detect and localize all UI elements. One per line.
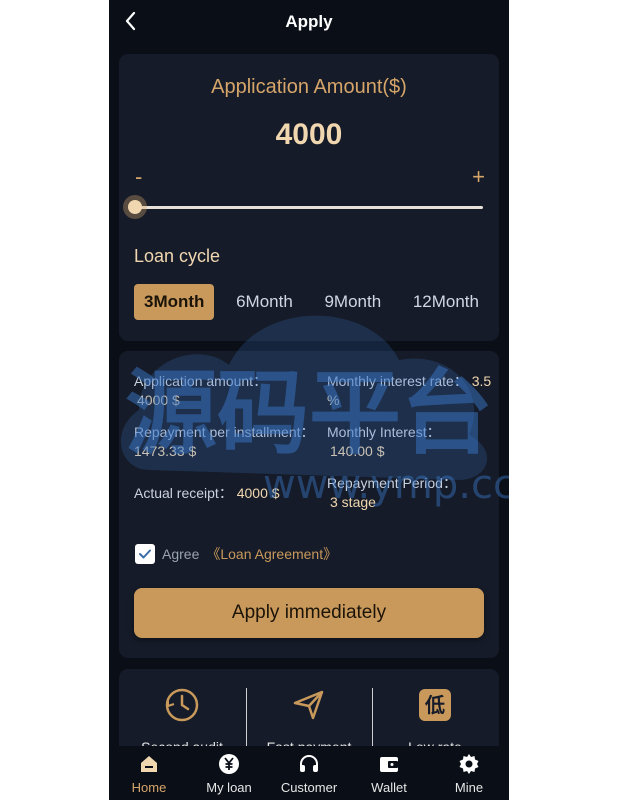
back-arrow-icon[interactable]	[119, 8, 145, 34]
monthly-rate-label: Monthly interest rate：	[327, 373, 468, 389]
actual-receipt-value: 4000 $	[236, 485, 280, 501]
low-rate-badge-icon: 低	[419, 689, 451, 721]
amount-slider-thumb[interactable]	[123, 195, 147, 219]
send-arrow-icon	[293, 690, 324, 720]
cycle-option[interactable]: 6Month	[226, 284, 303, 320]
monthly-interest-value: 140.00 $	[330, 443, 385, 459]
checkmark-icon	[139, 549, 151, 559]
tab-label: Mine	[454, 780, 484, 795]
amount-card: Application Amount($) 4000 - + Loan cycl…	[119, 54, 499, 341]
tab-label: Wallet	[371, 780, 407, 795]
tab-customer[interactable]: Customer	[269, 746, 349, 800]
monthly-interest-label: Monthly Interest：	[327, 424, 441, 440]
repayment-period-value: 3 stage	[330, 494, 376, 510]
svg-text:低: 低	[424, 693, 445, 717]
clock-history-icon	[165, 688, 199, 722]
headset-icon	[300, 755, 318, 772]
tab-label: My loan	[206, 780, 252, 795]
tab-label: Home	[131, 780, 167, 795]
tab-mine[interactable]: Mine	[429, 746, 509, 800]
actual-receipt-label: Actual receipt：	[134, 485, 233, 501]
top-bar: Apply	[109, 0, 509, 44]
bottom-tab-bar: Home My loan Customer Wallet Mine	[109, 746, 509, 800]
repayment-period-info: Repayment Period： 3 stage	[327, 474, 492, 512]
amount-slider-track[interactable]	[135, 206, 483, 209]
repayment-installment-value: 1473.33 $	[134, 443, 197, 459]
cycle-option[interactable]: 12Month	[403, 284, 489, 320]
repayment-installment-info: Repayment per installment： 1473.33 $	[134, 423, 319, 461]
repayment-installment-label: Repayment per installment：	[134, 424, 315, 440]
application-amount-value: 4000 $	[137, 392, 180, 408]
application-amount-label: Application amount：	[134, 373, 268, 389]
cycle-option[interactable]: 3Month	[134, 284, 215, 320]
tab-home[interactable]: Home	[109, 746, 189, 800]
page-title: Apply	[285, 12, 333, 31]
tab-label: Customer	[280, 780, 338, 795]
agree-checkbox[interactable]	[135, 544, 155, 564]
app-screen: Apply Application Amount($) 4000 - + Loa…	[109, 0, 509, 800]
yen-coin-icon	[219, 754, 239, 774]
monthly-rate-info: Monthly interest rate： 3.5 %	[327, 372, 492, 410]
repayment-period-label: Repayment Period：	[327, 475, 457, 491]
amount-label: Application Amount($)	[211, 76, 407, 98]
home-icon	[141, 756, 157, 772]
decrease-button[interactable]: -	[135, 164, 142, 190]
amount-value: 4000	[275, 118, 343, 151]
application-amount-info: Application amount： 4000 $	[134, 372, 314, 410]
cycle-option[interactable]: 9Month	[314, 284, 391, 320]
loan-agreement-link[interactable]: 《Loan Agreement》	[206, 544, 337, 564]
tab-my-loan[interactable]: My loan	[189, 746, 269, 800]
tab-wallet[interactable]: Wallet	[349, 746, 429, 800]
agreement-row: Agree 《Loan Agreement》	[135, 544, 337, 564]
wallet-icon	[380, 757, 398, 772]
actual-receipt-info: Actual receipt： 4000 $	[134, 484, 319, 503]
agree-text: Agree	[162, 546, 200, 562]
gear-icon	[459, 754, 479, 774]
apply-immediately-button[interactable]: Apply immediately	[134, 588, 484, 638]
details-card: Application amount： 4000 $ Monthly inter…	[119, 351, 499, 658]
loan-cycle-label: Loan cycle	[134, 246, 221, 266]
loan-cycle-options: 3Month 6Month 9Month 12Month	[134, 284, 489, 320]
increase-button[interactable]: +	[472, 164, 485, 190]
monthly-interest-info: Monthly Interest： 140.00 $	[327, 423, 492, 461]
